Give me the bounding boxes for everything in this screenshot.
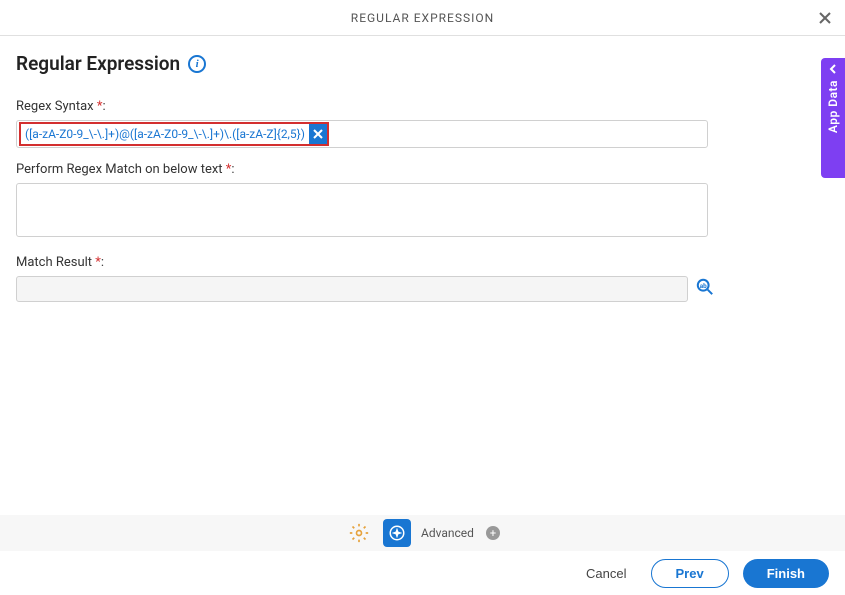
perform-match-group: Perform Regex Match on below text *: xyxy=(16,162,829,241)
finish-button[interactable]: Finish xyxy=(743,559,829,588)
close-icon xyxy=(818,11,832,25)
regex-token-remove[interactable] xyxy=(309,124,327,144)
close-button[interactable] xyxy=(815,8,835,28)
advanced-label: Advanced xyxy=(421,526,474,540)
regex-syntax-group: Regex Syntax *: ([a-zA-Z0-9_\-\.]+)@([a-… xyxy=(16,99,829,148)
match-result-input[interactable] xyxy=(16,276,688,302)
perform-match-label: Perform Regex Match on below text *: xyxy=(16,162,829,177)
toolbar: Advanced + xyxy=(0,515,845,551)
content-area: Regular Expression i Regex Syntax *: ([a… xyxy=(0,36,845,302)
search-icon[interactable]: ab xyxy=(696,278,714,300)
regex-token-text: ([a-zA-Z0-9_\-\.]+)@([a-zA-Z0-9_\-\.]+)\… xyxy=(21,127,309,141)
page-title: Regular Expression xyxy=(16,52,180,75)
app-data-label: App Data xyxy=(826,80,840,133)
dialog-title: REGULAR EXPRESSION xyxy=(351,11,494,25)
title-row: Regular Expression i xyxy=(16,52,829,75)
dialog-header: REGULAR EXPRESSION xyxy=(0,0,845,36)
settings-button[interactable] xyxy=(345,519,373,547)
cancel-button[interactable]: Cancel xyxy=(576,560,636,587)
gear-icon xyxy=(349,523,369,543)
x-icon xyxy=(313,129,323,139)
match-result-label: Match Result *: xyxy=(16,255,829,270)
prev-button[interactable]: Prev xyxy=(651,559,729,588)
svg-text:ab: ab xyxy=(700,282,707,290)
regex-syntax-input[interactable]: ([a-zA-Z0-9_\-\.]+)@([a-zA-Z0-9_\-\.]+)\… xyxy=(16,120,708,148)
perform-match-input[interactable] xyxy=(16,183,708,237)
regex-syntax-label: Regex Syntax *: xyxy=(16,99,829,114)
match-result-group: Match Result *: ab xyxy=(16,255,829,302)
action-button[interactable] xyxy=(383,519,411,547)
sparkle-icon xyxy=(388,524,406,542)
add-button[interactable]: + xyxy=(486,526,500,540)
app-data-tab[interactable]: App Data xyxy=(821,58,845,178)
chevron-left-icon xyxy=(828,64,838,74)
regex-token: ([a-zA-Z0-9_\-\.]+)@([a-zA-Z0-9_\-\.]+)\… xyxy=(19,122,329,146)
action-bar: Cancel Prev Finish xyxy=(0,551,845,595)
info-icon[interactable]: i xyxy=(188,55,206,73)
